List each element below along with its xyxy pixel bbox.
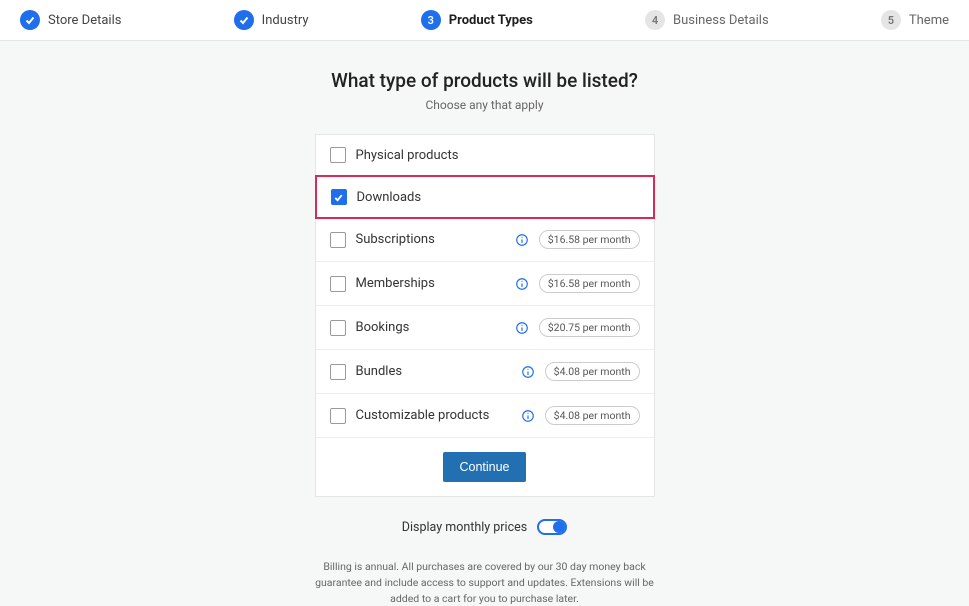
info-icon[interactable] xyxy=(515,233,529,247)
price-badge: $4.08 per month xyxy=(545,406,640,425)
page-title: What type of products will be listed? xyxy=(0,69,969,92)
toggle-knob-icon xyxy=(553,521,565,533)
option-label: Customizable products xyxy=(356,408,513,423)
checkbox-icon[interactable] xyxy=(330,147,346,163)
continue-button[interactable]: Continue xyxy=(443,452,525,482)
option-label: Physical products xyxy=(356,148,640,163)
info-icon[interactable] xyxy=(515,321,529,335)
option-bookings[interactable]: Bookings $20.75 per month xyxy=(316,306,654,350)
checkbox-icon[interactable] xyxy=(330,364,346,380)
billing-fineprint: Billing is annual. All purchases are cov… xyxy=(305,559,665,606)
option-label: Memberships xyxy=(356,276,507,291)
option-label: Downloads xyxy=(357,190,639,205)
step-label: Product Types xyxy=(449,13,533,28)
step-label: Theme xyxy=(909,13,949,28)
step-business-details[interactable]: 4 Business Details xyxy=(645,10,769,30)
option-physical-products[interactable]: Physical products xyxy=(316,135,654,176)
option-downloads[interactable]: Downloads xyxy=(315,175,655,219)
info-icon[interactable] xyxy=(521,365,535,379)
option-bundles[interactable]: Bundles $4.08 per month xyxy=(316,350,654,394)
step-industry[interactable]: Industry xyxy=(234,10,309,30)
product-type-card: Physical products Downloads Subscription… xyxy=(315,134,655,497)
step-number: 3 xyxy=(421,10,441,30)
check-icon xyxy=(234,10,254,30)
step-product-types[interactable]: 3 Product Types xyxy=(421,10,533,30)
price-badge: $4.08 per month xyxy=(545,362,640,381)
monthly-prices-toggle[interactable] xyxy=(537,519,567,535)
checkbox-icon[interactable] xyxy=(330,408,346,424)
step-label: Business Details xyxy=(673,13,769,28)
checkbox-icon[interactable] xyxy=(330,232,346,248)
info-icon[interactable] xyxy=(521,409,535,423)
page-subtitle: Choose any that apply xyxy=(0,98,969,112)
option-memberships[interactable]: Memberships $16.58 per month xyxy=(316,262,654,306)
toggle-label: Display monthly prices xyxy=(402,520,527,535)
step-number: 5 xyxy=(881,10,901,30)
price-badge: $16.58 per month xyxy=(539,274,640,293)
option-label: Bundles xyxy=(356,364,513,379)
checkbox-icon[interactable] xyxy=(330,320,346,336)
checkbox-checked-icon[interactable] xyxy=(331,189,347,205)
step-store-details[interactable]: Store Details xyxy=(20,10,121,30)
price-badge: $16.58 per month xyxy=(539,230,640,249)
step-number: 4 xyxy=(645,10,665,30)
option-label: Subscriptions xyxy=(356,232,507,247)
price-badge: $20.75 per month xyxy=(539,318,640,337)
setup-stepper: Store Details Industry 3 Product Types 4… xyxy=(0,0,969,41)
option-subscriptions[interactable]: Subscriptions $16.58 per month xyxy=(316,218,654,262)
option-label: Bookings xyxy=(356,320,507,335)
option-customizable-products[interactable]: Customizable products $4.08 per month xyxy=(316,394,654,438)
info-icon[interactable] xyxy=(515,277,529,291)
step-label: Store Details xyxy=(48,13,121,28)
checkbox-icon[interactable] xyxy=(330,276,346,292)
step-theme[interactable]: 5 Theme xyxy=(881,10,949,30)
check-icon xyxy=(20,10,40,30)
step-label: Industry xyxy=(262,13,309,28)
